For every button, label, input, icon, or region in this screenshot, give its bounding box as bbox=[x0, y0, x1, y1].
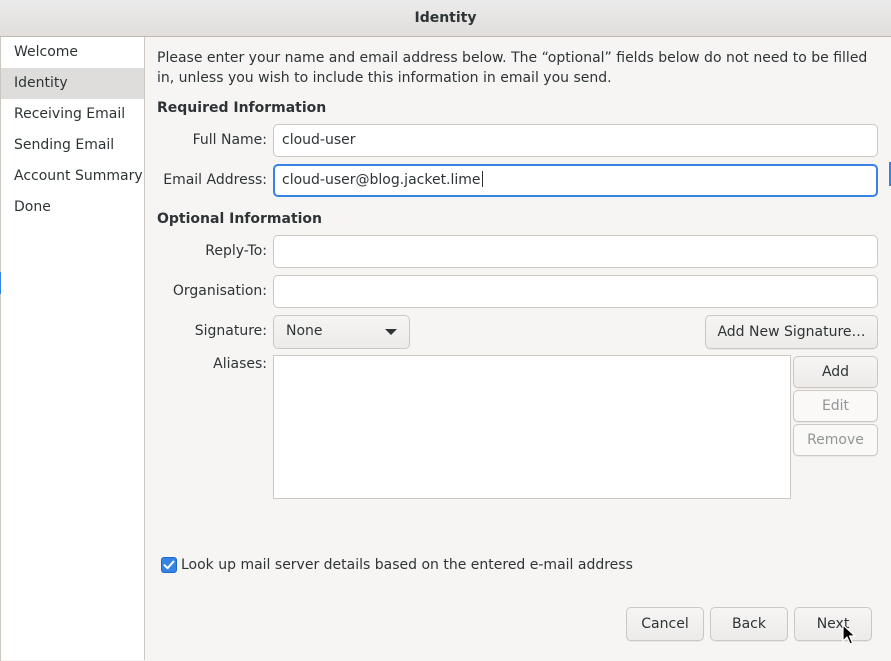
full-name-label: Full Name: bbox=[192, 132, 267, 148]
signature-combo[interactable]: None bbox=[273, 315, 410, 349]
add-alias-button[interactable]: Add bbox=[793, 356, 878, 388]
sidebar-item-sending-email[interactable]: Sending Email bbox=[1, 130, 144, 161]
sidebar-item-account-summary[interactable]: Account Summary bbox=[1, 161, 144, 192]
organisation-label: Organisation: bbox=[172, 283, 267, 299]
title-bar[interactable]: Identity bbox=[0, 0, 891, 37]
dropdown-arrow-icon bbox=[385, 329, 397, 335]
email-address-label: Email Address: bbox=[163, 172, 267, 188]
assistant-sidebar: Welcome Identity Receiving Email Sending… bbox=[1, 37, 145, 660]
email-address-value: cloud-user@blog.jacket.lime bbox=[282, 172, 481, 188]
intro-text: Please enter your name and email address… bbox=[157, 50, 868, 86]
sidebar-item-receiving-email[interactable]: Receiving Email bbox=[1, 99, 144, 130]
window-title: Identity bbox=[414, 10, 477, 26]
remove-alias-button[interactable]: Remove bbox=[793, 424, 878, 456]
signature-selected-value: None bbox=[286, 323, 323, 339]
required-heading: Required Information bbox=[157, 100, 327, 116]
sidebar-item-identity[interactable]: Identity bbox=[1, 68, 144, 99]
add-new-signature-button[interactable]: Add New Signature… bbox=[705, 315, 878, 349]
lookup-checkbox-label[interactable]: Look up mail server details based on the… bbox=[181, 557, 633, 573]
aliases-list[interactable] bbox=[273, 355, 791, 499]
email-address-input[interactable]: cloud-user@blog.jacket.lime bbox=[273, 164, 878, 197]
organisation-input[interactable] bbox=[273, 275, 878, 308]
full-name-value: cloud-user bbox=[282, 132, 356, 148]
edit-alias-button[interactable]: Edit bbox=[793, 390, 878, 422]
signature-label: Signature: bbox=[194, 323, 267, 339]
sidebar-item-done[interactable]: Done bbox=[1, 192, 144, 223]
optional-heading: Optional Information bbox=[157, 211, 323, 227]
reply-to-label: Reply-To: bbox=[205, 243, 267, 259]
reply-to-input[interactable] bbox=[273, 235, 878, 268]
lookup-checkbox[interactable] bbox=[161, 557, 177, 573]
next-button[interactable]: Next bbox=[794, 607, 872, 641]
cancel-button[interactable]: Cancel bbox=[626, 607, 704, 641]
back-button[interactable]: Back bbox=[710, 607, 788, 641]
full-name-input[interactable]: cloud-user bbox=[273, 124, 878, 157]
mouse-pointer-icon bbox=[842, 624, 856, 646]
aliases-label: Aliases: bbox=[213, 356, 267, 372]
checkmark-icon bbox=[163, 560, 175, 570]
text-caret bbox=[481, 171, 483, 187]
sidebar-item-welcome[interactable]: Welcome bbox=[1, 37, 144, 68]
